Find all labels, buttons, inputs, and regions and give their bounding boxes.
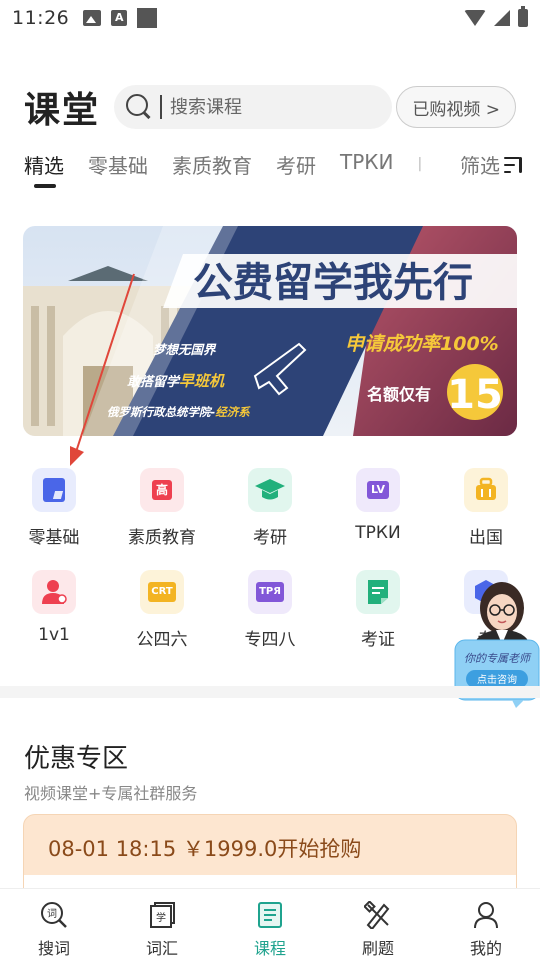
category-label: 素质教育: [128, 528, 196, 548]
nav-course[interactable]: 课程: [216, 889, 324, 960]
banner-quota: 名额仅有: [367, 385, 431, 404]
page-title: 课堂: [24, 90, 101, 131]
category-abroad[interactable]: 出国: [432, 468, 540, 570]
svg-text:学: 学: [156, 911, 166, 924]
tab-featured[interactable]: 精选: [24, 150, 64, 188]
book-icon: [32, 468, 76, 512]
category-label: ТРКИ: [355, 523, 401, 543]
profile-icon: [472, 901, 500, 929]
promo-title: 优惠专区: [24, 744, 129, 774]
a-notification-icon: A: [111, 10, 128, 26]
section-divider: [0, 686, 540, 698]
person-icon: [32, 570, 76, 614]
nav-profile[interactable]: 我的: [432, 889, 540, 960]
category-1v1[interactable]: 1v1: [0, 570, 108, 672]
status-bar: 11:26 A: [0, 0, 540, 36]
crt-icon: CRT: [140, 570, 184, 614]
search-icon: [126, 94, 152, 120]
image-notification-icon: [83, 10, 102, 26]
category-label: 零基础: [28, 528, 80, 548]
category-label: 出国: [469, 528, 503, 548]
category-tem[interactable]: TPЯ 专四八: [216, 570, 324, 672]
banner-success-rate: 申请成功率100%: [345, 333, 499, 355]
tab-beginner[interactable]: 零基础: [88, 150, 148, 179]
banner-headline: 公费留学我先行: [193, 260, 473, 306]
banner-join-highlight: 早班机: [179, 372, 225, 390]
banner-school-highlight: 经济系: [215, 405, 251, 419]
category-postgraduate[interactable]: 考研: [216, 468, 324, 570]
category-beginner[interactable]: 零基础: [0, 468, 108, 570]
gao-icon: 高: [140, 468, 184, 512]
square-notification-icon: [137, 8, 158, 28]
header: 课堂 已购视频 >: [24, 84, 516, 131]
signal-icon: [494, 10, 510, 26]
wifi-icon: [464, 10, 486, 26]
svg-text:敢搭留学早班机: 敢搭留学早班机: [127, 372, 225, 390]
nav-label: 刷题: [361, 939, 394, 958]
lv-icon: LV: [356, 468, 400, 512]
filter-label: 筛选: [460, 154, 500, 178]
category-cet[interactable]: CRT 公四六: [108, 570, 216, 672]
purchased-videos-button[interactable]: 已购视频 >: [396, 86, 516, 128]
tab-trki[interactable]: ТРКИ: [340, 150, 393, 174]
search-word-icon: 词: [40, 901, 68, 929]
nav-label: 词汇: [145, 939, 178, 958]
category-quality-education[interactable]: 高 素质教育: [108, 468, 216, 570]
promo-subtitle: 视频课堂+专属社群服务: [24, 784, 198, 803]
luggage-icon: [464, 468, 508, 512]
grad-cap-icon: [248, 468, 292, 512]
category-tabs: 精选 零基础 素质教育 考研 ТРКИ | 筛选: [24, 150, 526, 194]
category-label: 考研: [253, 528, 287, 548]
nav-practice[interactable]: 刷题: [324, 889, 432, 960]
status-time: 11:26: [12, 7, 70, 29]
promo-deal-text: 08-01 18:15 ￥1999.0开始抢购: [48, 837, 362, 861]
tab-postgraduate[interactable]: 考研: [276, 150, 316, 179]
category-trki[interactable]: LV ТРКИ: [324, 468, 432, 570]
search-input[interactable]: [170, 96, 371, 118]
teacher-label: 你的专属老师: [464, 652, 532, 665]
course-icon: [256, 901, 284, 929]
tab-quality-education[interactable]: 素质教育: [172, 150, 252, 179]
category-label: 考证: [361, 630, 395, 650]
battery-icon: [518, 6, 528, 27]
category-label: 专四八: [244, 630, 296, 650]
tab-separator: |: [417, 156, 423, 172]
nav-label: 课程: [253, 939, 286, 958]
tpr-icon: TPЯ: [248, 570, 292, 614]
practice-icon: [364, 901, 392, 929]
bottom-navigation: 词 搜词 学 词汇 课程 刷题 我的: [0, 888, 540, 960]
svg-text:词: 词: [47, 908, 57, 920]
banner-quota-number: 15: [447, 372, 503, 418]
tutorial-arrow-icon: [70, 273, 135, 466]
nav-search-word[interactable]: 词 搜词: [0, 889, 108, 960]
search-bar[interactable]: [114, 85, 393, 129]
filter-button[interactable]: 筛选: [460, 150, 526, 179]
category-label: 公四六: [136, 630, 188, 650]
nav-label: 我的: [469, 939, 502, 958]
nav-label: 搜词: [37, 939, 70, 958]
vocab-icon: 学: [148, 901, 176, 929]
filter-icon: [504, 154, 526, 176]
banner-dream: 梦想无国界: [153, 342, 217, 357]
search-caret: [160, 95, 163, 119]
teacher-consult-button[interactable]: 点击咨询: [477, 673, 517, 686]
category-certificate[interactable]: 考证: [324, 570, 432, 672]
certificate-icon: [356, 570, 400, 614]
nav-vocabulary[interactable]: 学 词汇: [108, 889, 216, 960]
category-label: 1v1: [38, 625, 70, 645]
